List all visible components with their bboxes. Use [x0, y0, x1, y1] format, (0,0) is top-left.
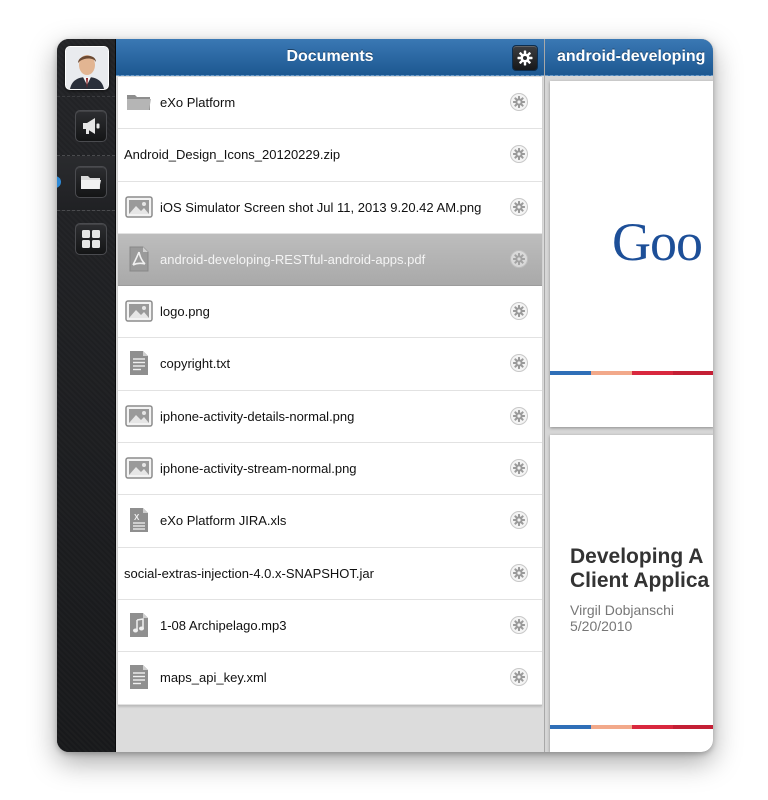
dashboard-nav-button[interactable] — [75, 223, 107, 255]
file-actions-gear-icon[interactable] — [510, 145, 528, 164]
file-actions-gear-icon[interactable] — [510, 668, 528, 687]
image-file-icon — [125, 298, 153, 324]
presentation-title: Developing A Client Applica — [570, 545, 709, 593]
pdf-file-icon — [125, 246, 153, 272]
file-row[interactable]: iphone-activity-details-normal.png — [118, 390, 542, 444]
file-name: eXo Platform — [160, 95, 236, 110]
file-name: copyright.txt — [160, 356, 231, 372]
documents-settings-button[interactable] — [512, 45, 538, 71]
google-logo-text: Goo — [612, 212, 703, 272]
documents-nav-button[interactable] — [75, 166, 107, 198]
file-actions-gear-icon[interactable] — [510, 302, 528, 321]
file-name: iphone-activity-details-normal.png — [160, 408, 355, 424]
side-navigation — [57, 39, 116, 752]
color-stripe — [550, 371, 713, 375]
folder-icon — [81, 176, 101, 189]
text-file-icon — [125, 350, 153, 376]
svg-text:X: X — [134, 513, 140, 522]
folder-icon — [125, 89, 153, 115]
presentation-date: 5/20/2010 — [570, 618, 633, 634]
file-name: iphone-activity-stream-normal.png — [160, 461, 357, 477]
megaphone-icon — [83, 118, 100, 134]
preview-title: android-developing — [557, 48, 706, 65]
file-name: logo.png — [160, 304, 210, 320]
file-name: maps_api_key.xml — [160, 670, 267, 686]
file-actions-gear-icon[interactable] — [510, 615, 528, 634]
presentation-author: Virgil Dobjanschi — [570, 602, 675, 618]
file-row[interactable]: Android_Design_Icons_20120229.zip — [118, 129, 542, 182]
user-photo-icon — [66, 47, 108, 89]
file-name: iOS Simulator Screen shot Jul 11, 2013 9… — [160, 199, 482, 215]
file-actions-gear-icon[interactable] — [510, 511, 528, 530]
presentation-title-line-1: Developing A — [570, 545, 704, 568]
file-row[interactable]: 1-08 Archipelago.mp3 — [118, 599, 542, 653]
file-name: android-developing-RESTful-android-apps.… — [160, 251, 426, 267]
activity-stream-button[interactable] — [75, 110, 107, 142]
file-row[interactable]: maps_api_key.xml — [118, 652, 542, 705]
preview-page-1[interactable]: Goo — [550, 81, 713, 427]
image-file-icon — [125, 455, 153, 481]
documents-panel: Documents eXo Platform Android_Design_Ico… — [116, 39, 544, 752]
documents-header: Documents — [116, 39, 544, 76]
file-name: social-extras-injection-4.0.x-SNAPSHOT.j… — [124, 565, 374, 581]
app-window: Documents eXo Platform Android_Design_Ico… — [57, 39, 713, 752]
image-file-icon — [125, 194, 153, 220]
file-row[interactable]: iOS Simulator Screen shot Jul 11, 2013 9… — [118, 181, 542, 234]
gear-icon — [517, 50, 533, 66]
text-file-icon — [125, 664, 153, 690]
image-file-icon — [125, 403, 153, 429]
file-actions-gear-icon[interactable] — [510, 354, 528, 373]
document-preview-panel: android-developing Goo Developing A Clie… — [544, 39, 713, 752]
nav-divider — [57, 96, 115, 97]
spreadsheet-file-icon: X — [125, 507, 153, 533]
file-actions-gear-icon[interactable] — [510, 406, 528, 425]
file-name: eXo Platform JIRA.xls — [160, 513, 287, 529]
file-row[interactable]: copyright.txt — [118, 338, 542, 391]
file-actions-gear-icon[interactable] — [510, 249, 528, 268]
color-stripe — [550, 725, 713, 729]
preview-page-2[interactable]: Developing A Client Applica Virgil Dobja… — [550, 435, 713, 752]
presentation-title-line-2: Client Applica — [570, 569, 710, 592]
presentation-author-block: Virgil Dobjanschi 5/20/2010 — [570, 602, 674, 634]
file-row[interactable]: android-developing-RESTful-android-apps.… — [118, 233, 542, 287]
file-row[interactable]: social-extras-injection-4.0.x-SNAPSHOT.j… — [118, 547, 542, 600]
documents-title: Documents — [286, 48, 374, 65]
preview-header: android-developing — [545, 39, 713, 76]
file-row[interactable]: iphone-activity-stream-normal.png — [118, 443, 542, 496]
file-name: 1-08 Archipelago.mp3 — [160, 617, 287, 633]
file-actions-gear-icon[interactable] — [510, 459, 528, 478]
file-name: Android_Design_Icons_20120229.zip — [124, 147, 341, 163]
file-actions-gear-icon[interactable] — [510, 93, 528, 111]
file-list: eXo Platform Android_Design_Icons_2012022… — [118, 77, 542, 706]
avatar[interactable] — [65, 46, 109, 90]
file-actions-gear-icon[interactable] — [510, 197, 528, 216]
file-row[interactable]: XeXo Platform JIRA.xls — [118, 495, 542, 548]
file-actions-gear-icon[interactable] — [510, 563, 528, 582]
dashboard-grid-icon — [82, 230, 100, 248]
file-row[interactable]: eXo Platform — [118, 77, 542, 130]
file-row[interactable]: logo.png — [118, 286, 542, 339]
audio-file-icon — [125, 612, 153, 638]
